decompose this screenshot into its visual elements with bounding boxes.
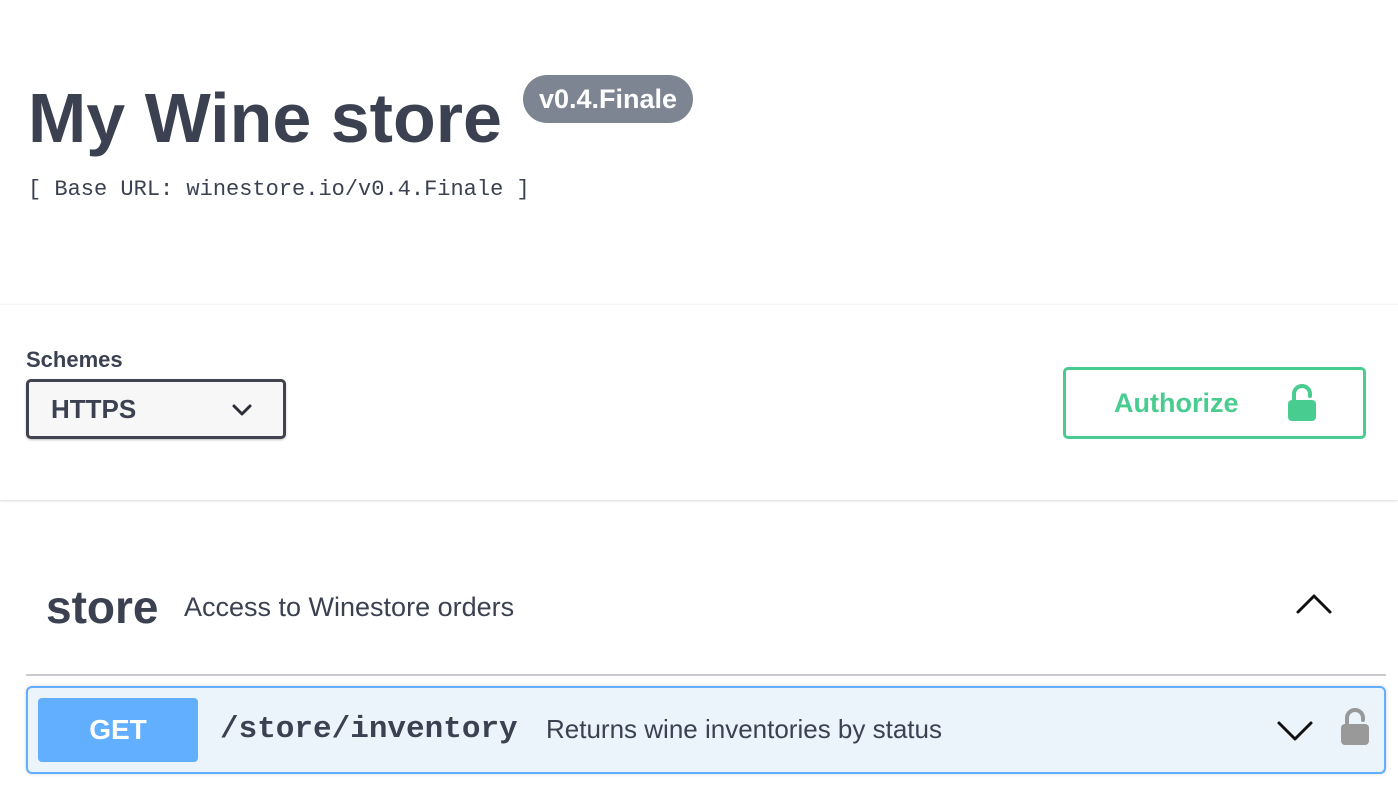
method-badge: GET bbox=[38, 698, 198, 762]
chevron-up-icon[interactable] bbox=[1294, 592, 1334, 616]
tag-header[interactable]: store Access to Winestore orders bbox=[26, 560, 1386, 676]
authorize-label: Authorize bbox=[1114, 388, 1239, 418]
tag-section-store: store Access to Winestore orders GET /st… bbox=[26, 560, 1386, 774]
chevron-down-icon bbox=[232, 404, 252, 416]
authorize-button[interactable]: Authorize bbox=[1063, 367, 1366, 439]
chevron-down-icon[interactable] bbox=[1276, 720, 1314, 742]
unlocked-lock-icon[interactable] bbox=[1340, 708, 1370, 746]
api-info: My Wine store v0.4.Finale [ Base URL: wi… bbox=[28, 72, 1368, 202]
base-url: [ Base URL: winestore.io/v0.4.Finale ] bbox=[28, 177, 530, 202]
operation-path: /store/inventory bbox=[220, 712, 518, 747]
schemes-select[interactable]: HTTPS bbox=[26, 379, 286, 439]
unlocked-lock-icon bbox=[1288, 384, 1316, 421]
operation-summary: Returns wine inventories by status bbox=[546, 714, 942, 744]
operation-get-store-inventory[interactable]: GET /store/inventory Returns wine invent… bbox=[26, 686, 1386, 774]
tag-name: store bbox=[46, 581, 159, 633]
page-title: My Wine store bbox=[28, 79, 502, 157]
schemes-label: Schemes bbox=[26, 347, 123, 372]
scheme-container: Schemes HTTPS Authorize bbox=[0, 304, 1398, 500]
version-badge: v0.4.Finale bbox=[523, 75, 694, 123]
schemes-selected-value: HTTPS bbox=[51, 394, 137, 424]
tag-description: Access to Winestore orders bbox=[184, 592, 515, 622]
title-row: My Wine store v0.4.Finale bbox=[28, 72, 1368, 162]
